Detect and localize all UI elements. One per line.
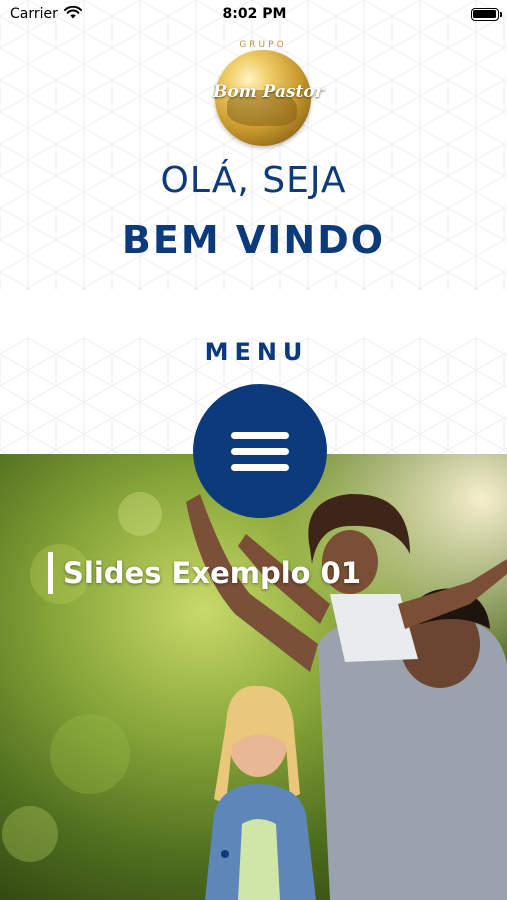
status-left: Carrier — [10, 5, 130, 23]
hamburger-menu-icon-bar — [231, 447, 289, 455]
slide-title: Slides Exemplo 01 — [63, 556, 362, 590]
logo-brand-name: Bom Pastor — [213, 82, 324, 102]
status-time: 8:02 PM — [222, 6, 287, 22]
battery-fill — [473, 10, 497, 18]
status-bar: Carrier 8:02 PM — [0, 0, 507, 28]
slide-image[interactable] — [0, 454, 507, 900]
hamburger-menu-icon — [231, 431, 289, 439]
greeting-line-2: BEM VINDO — [121, 218, 386, 262]
wifi-icon — [63, 5, 82, 23]
logo-group-text: GRUPO — [239, 40, 287, 50]
menu-label: MENU — [204, 338, 309, 366]
battery-icon — [470, 7, 502, 21]
carrier-label: Carrier — [10, 6, 58, 22]
status-right — [379, 7, 502, 21]
slide-caption-bar — [48, 552, 53, 594]
brand-logo: GRUPO Bom Pastor — [213, 40, 324, 150]
slide-caption: Slides Exemplo 01 — [48, 552, 361, 594]
menu-button[interactable] — [193, 384, 327, 518]
greeting-line-1: OLÁ, SEJA — [160, 160, 347, 201]
slide-indicator-dot[interactable] — [221, 850, 229, 858]
hamburger-menu-icon-bar — [231, 463, 289, 471]
